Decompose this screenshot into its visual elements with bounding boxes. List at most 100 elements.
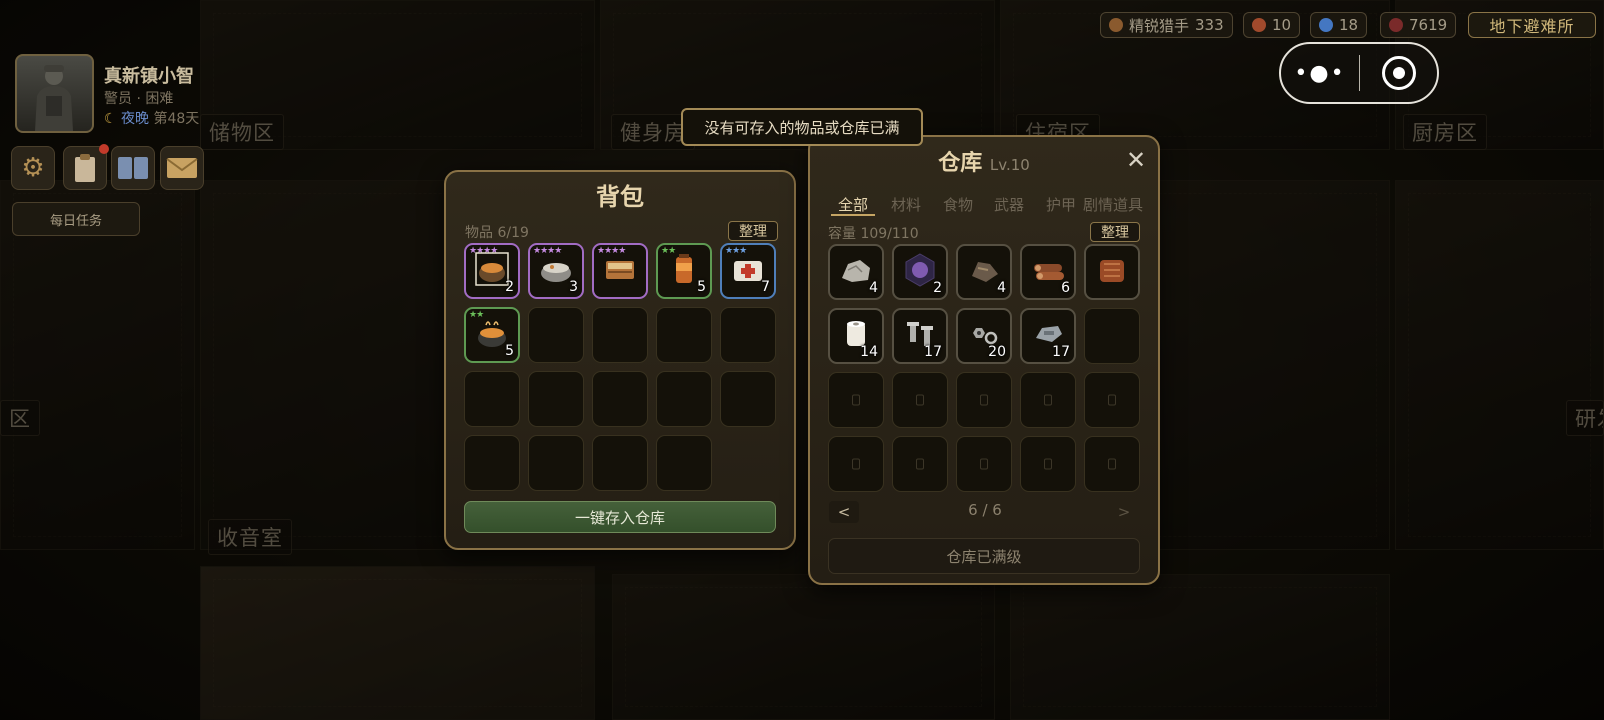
empty-slot[interactable]	[656, 435, 712, 491]
resource-gold: 7619	[1380, 12, 1457, 38]
empty-slot[interactable]	[1084, 372, 1140, 428]
empty-slot[interactable]	[828, 436, 884, 492]
lock-icon	[916, 458, 924, 470]
settings-button[interactable]: ⚙	[11, 146, 55, 190]
empty-slot[interactable]	[656, 371, 712, 427]
item-count: 6	[1061, 280, 1070, 296]
resource-value: 18	[1339, 16, 1359, 34]
tab-materials[interactable]: 材料	[891, 194, 921, 215]
resource-value: 7619	[1409, 16, 1448, 34]
tab-food[interactable]: 食物	[943, 194, 973, 215]
item-count: 2	[933, 280, 942, 296]
wood-plank-icon	[1092, 250, 1132, 294]
inventory-slot[interactable]: 17	[892, 308, 948, 364]
inventory-slot[interactable]: ★★★★	[592, 243, 648, 299]
empty-slot[interactable]	[892, 372, 948, 428]
inventory-slot[interactable]: ★★ 5	[656, 243, 712, 299]
empty-slot[interactable]	[1084, 436, 1140, 492]
inventory-slot[interactable]: 17	[1020, 308, 1076, 364]
separator-dot: ·	[136, 91, 141, 107]
empty-slot[interactable]	[464, 435, 520, 491]
warehouse-arrange-button[interactable]: 整理	[1090, 222, 1140, 242]
resource-value: 10	[1272, 16, 1292, 34]
item-count: 20	[988, 344, 1006, 360]
empty-slot[interactable]	[1020, 436, 1076, 492]
inventory-slot[interactable]	[1084, 244, 1140, 300]
resource-elite-hunter: 精锐猎手 333	[1100, 12, 1233, 38]
daily-tasks-button[interactable]: 每日任务	[12, 202, 140, 236]
empty-slot[interactable]	[1020, 372, 1076, 428]
backpack-item-count: 物品 6/19	[465, 225, 529, 241]
empty-slot[interactable]	[828, 372, 884, 428]
lock-icon	[852, 394, 860, 406]
inventory-slot[interactable]: ★★ 5	[464, 307, 520, 363]
item-count: 7	[761, 279, 770, 295]
empty-slot[interactable]	[528, 307, 584, 363]
empty-slot[interactable]	[720, 307, 776, 363]
lock-icon	[1044, 458, 1052, 470]
close-icon[interactable]: ✕	[1126, 146, 1146, 174]
empty-slot[interactable]	[956, 372, 1012, 428]
warehouse-title: 仓库	[938, 151, 983, 176]
resource-copper: 10	[1243, 12, 1301, 38]
empty-slot[interactable]	[720, 371, 776, 427]
red-coin-icon	[1389, 18, 1403, 32]
mail-button[interactable]	[160, 146, 204, 190]
store-all-button[interactable]: 一键存入仓库	[464, 501, 776, 533]
inventory-slot[interactable]: ★★★★ 3	[528, 243, 584, 299]
more-menu-button[interactable]: •●•	[1281, 61, 1359, 86]
tab-story-items[interactable]: 剧情道具	[1083, 194, 1143, 215]
empty-slot[interactable]	[464, 371, 520, 427]
empty-slot[interactable]	[528, 435, 584, 491]
location-button[interactable]: 地下避难所	[1468, 12, 1596, 38]
inventory-slot[interactable]: 4	[828, 244, 884, 300]
empty-slot[interactable]	[592, 371, 648, 427]
next-page-button[interactable]: >	[1109, 501, 1139, 523]
item-count: 17	[924, 344, 942, 360]
inventory-slot[interactable]: 4	[956, 244, 1012, 300]
day-count: 第48天	[153, 111, 200, 127]
lock-icon	[852, 458, 860, 470]
item-count: 3	[569, 279, 578, 295]
player-role-text: 警员	[104, 91, 132, 107]
inventory-slot[interactable]: 2	[892, 244, 948, 300]
gear-icon: ⚙	[21, 153, 45, 183]
inventory-slot[interactable]: 14	[828, 308, 884, 364]
blue-gem-icon	[1319, 18, 1333, 32]
book-icon	[600, 249, 640, 293]
backpack-title: 背包	[596, 183, 644, 211]
empty-slot[interactable]	[1084, 308, 1140, 364]
inventory-slot[interactable]: ★★★ 7	[720, 243, 776, 299]
inventory-slot[interactable]: 20	[956, 308, 1012, 364]
inventory-slot[interactable]: 6	[1020, 244, 1076, 300]
empty-slot[interactable]	[592, 435, 648, 491]
backpack-arrange-button[interactable]: 整理	[728, 221, 778, 241]
journal-button[interactable]	[111, 146, 155, 190]
prev-page-button[interactable]: <	[829, 501, 859, 523]
item-count: 14	[860, 344, 878, 360]
close-miniprogram-button[interactable]	[1360, 56, 1437, 90]
time-of-day: 夜晚	[121, 111, 150, 127]
book-icon	[118, 157, 148, 179]
notes-button[interactable]	[63, 144, 109, 190]
empty-slot[interactable]	[656, 307, 712, 363]
player-name: 真新镇小智	[104, 66, 194, 87]
item-count: 17	[1052, 344, 1070, 360]
tab-weapons[interactable]: 武器	[994, 194, 1024, 215]
player-portrait[interactable]	[15, 54, 94, 133]
tab-armor[interactable]: 护甲	[1046, 194, 1076, 215]
tab-all[interactable]: 全部	[838, 194, 868, 215]
warehouse-capacity: 容量 109/110	[828, 226, 919, 242]
empty-slot[interactable]	[892, 436, 948, 492]
empty-slot[interactable]	[592, 307, 648, 363]
notification-dot	[99, 144, 109, 154]
active-tab-underline	[831, 214, 875, 216]
empty-slot[interactable]	[528, 371, 584, 427]
lock-icon	[980, 458, 988, 470]
empty-slot[interactable]	[956, 436, 1012, 492]
lock-icon	[1108, 394, 1116, 406]
lock-icon	[1044, 394, 1052, 406]
resource-value: 333	[1195, 16, 1224, 34]
miniprogram-capsule: •●•	[1279, 42, 1439, 104]
inventory-slot[interactable]: ★★★★ 2	[464, 243, 520, 299]
